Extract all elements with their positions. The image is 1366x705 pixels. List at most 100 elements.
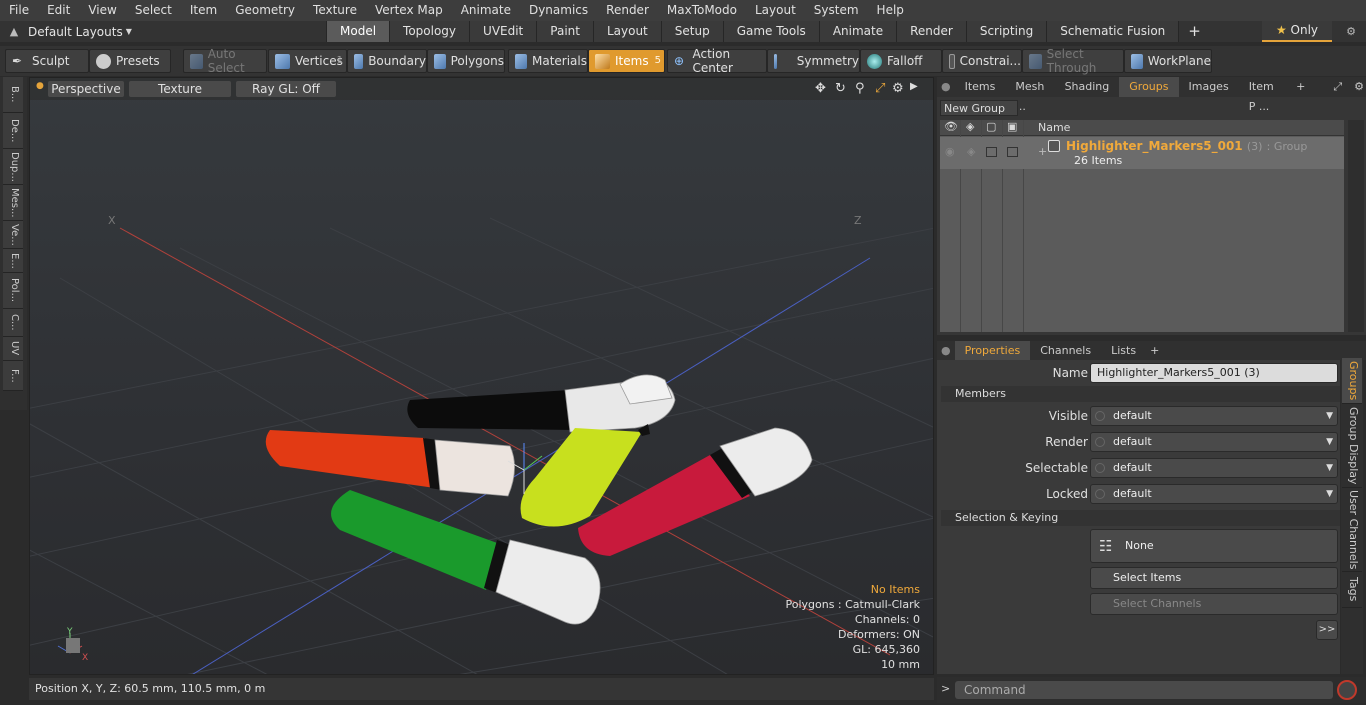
eye-icon[interactable]: 👁 — [944, 120, 958, 133]
menu-layout[interactable]: Layout — [746, 0, 805, 21]
menu-edit[interactable]: Edit — [38, 0, 79, 21]
menu-texture[interactable]: Texture — [304, 0, 366, 21]
raygl-button[interactable]: Ray GL: Off — [236, 81, 336, 97]
tab-groups[interactable]: Groups — [1119, 77, 1179, 97]
workplane-button[interactable]: WorkPlane — [1124, 49, 1212, 73]
marker-black[interactable] — [407, 374, 676, 433]
side-tab-tags[interactable]: Tags — [1342, 572, 1362, 608]
props-menu-dot-icon[interactable]: ● — [937, 341, 955, 360]
tab-item-properties[interactable]: Item P ... — [1239, 77, 1292, 113]
zoom-icon[interactable]: ⚲ — [855, 81, 865, 97]
render-icon[interactable]: ◈ — [966, 120, 974, 133]
tab-topology[interactable]: Topology — [389, 21, 470, 42]
name-column-header[interactable]: Name — [1038, 121, 1070, 134]
left-tab-deform[interactable]: De... — [3, 113, 23, 149]
add-tab-button[interactable]: + — [1178, 21, 1210, 42]
tab-images[interactable]: Images — [1179, 77, 1239, 97]
tab-channels[interactable]: Channels — [1030, 341, 1101, 360]
selection-keying-section[interactable]: Selection & Keying — [941, 510, 1340, 526]
left-tab-fusion[interactable]: F... — [3, 361, 23, 391]
left-tab-basic[interactable]: B... — [3, 77, 23, 113]
layout-up-icon[interactable]: ▲ — [0, 25, 28, 38]
lock-column-icon[interactable]: ▢ — [986, 120, 996, 133]
groups-scrollbar[interactable] — [1348, 120, 1364, 332]
materials-button[interactable]: Materials — [508, 49, 588, 73]
tab-properties[interactable]: Properties — [954, 341, 1031, 360]
selectable-dropdown[interactable]: default ▼ — [1090, 458, 1338, 478]
left-tab-duplicate[interactable]: Dup... — [3, 149, 23, 185]
render-dropdown[interactable]: default ▼ — [1090, 432, 1338, 452]
menu-item[interactable]: Item — [181, 0, 226, 21]
left-tab-curve[interactable]: C... — [3, 309, 23, 337]
gear-icon[interactable]: ⚙ — [1340, 21, 1362, 42]
move-icon[interactable]: ✥ — [815, 81, 826, 97]
tab-shading[interactable]: Shading — [1055, 77, 1120, 97]
play-arrow-icon[interactable]: ▶ — [910, 81, 918, 97]
menu-help[interactable]: Help — [868, 0, 913, 21]
left-tab-polygon[interactable]: Pol... — [3, 273, 23, 309]
group-row[interactable]: ◉ ◈ + Highlighter_Markers5_001 (3) : Gro… — [940, 137, 1344, 169]
menu-view[interactable]: View — [79, 0, 125, 21]
fit-icon[interactable]: ⤢ — [875, 81, 885, 97]
symmetry-button[interactable]: Symmetry — [767, 49, 860, 73]
tab-setup[interactable]: Setup — [660, 21, 723, 42]
tab-schematic-fusion[interactable]: Schematic Fusion — [1046, 21, 1179, 42]
texture-button[interactable]: Texture — [129, 81, 231, 97]
new-group-button[interactable]: New Group — [940, 100, 1018, 116]
tab-items[interactable]: Items — [955, 77, 1006, 97]
tab-model[interactable]: Model — [326, 21, 390, 42]
menu-maxtomodo[interactable]: MaxToModo — [658, 0, 746, 21]
3d-viewport[interactable]: X Z Y X ● Perspective Texture Ray GL: Of… — [29, 77, 934, 675]
menu-file[interactable]: File — [0, 0, 38, 21]
select-channels-button[interactable]: Select Channels — [1090, 593, 1338, 615]
command-input[interactable]: Command — [955, 681, 1333, 699]
visible-reset-icon[interactable] — [1095, 411, 1105, 421]
tab-mesh[interactable]: Mesh ... — [1005, 77, 1054, 113]
side-tab-groups[interactable]: Groups — [1342, 358, 1362, 404]
visibility-icon[interactable]: ◉ — [945, 145, 955, 158]
menu-vertex-map[interactable]: Vertex Map — [366, 0, 452, 21]
tab-animate[interactable]: Animate — [818, 21, 897, 42]
none-button[interactable]: ☷ None — [1090, 529, 1338, 563]
vertices-button[interactable]: Vertices 1 — [268, 49, 347, 73]
render-reset-icon[interactable] — [1095, 437, 1105, 447]
layout-selector[interactable]: ▲ Default Layouts ▼ — [0, 21, 320, 42]
render-toggle-icon[interactable]: ◈ — [967, 145, 975, 158]
record-icon[interactable] — [1337, 680, 1357, 700]
members-section[interactable]: Members — [941, 386, 1340, 402]
select-through-button[interactable]: Select Through — [1022, 47, 1124, 75]
locked-reset-icon[interactable] — [1095, 489, 1105, 499]
menu-dynamics[interactable]: Dynamics — [520, 0, 597, 21]
tab-paint[interactable]: Paint — [536, 21, 593, 42]
only-button[interactable]: ★ Only — [1262, 21, 1332, 42]
add-panel-tab-button[interactable]: + — [1292, 77, 1309, 97]
select-column-icon[interactable]: ▣ — [1007, 120, 1017, 133]
menu-geometry[interactable]: Geometry — [226, 0, 304, 21]
menu-render[interactable]: Render — [597, 0, 658, 21]
auto-select-button[interactable]: Auto Select — [183, 47, 267, 75]
menu-animate[interactable]: Animate — [452, 0, 520, 21]
select-items-button[interactable]: Select Items — [1090, 567, 1338, 589]
select-checkbox[interactable] — [1007, 147, 1018, 157]
sculpt-button[interactable]: ✒ Sculpt — [5, 49, 89, 73]
selectable-reset-icon[interactable] — [1095, 463, 1105, 473]
locked-dropdown[interactable]: default ▼ — [1090, 484, 1338, 504]
menu-select[interactable]: Select — [126, 0, 181, 21]
left-tab-uv[interactable]: UV — [3, 337, 23, 361]
name-field[interactable]: Highlighter_Markers5_001 (3) — [1090, 363, 1338, 383]
panel-menu-dot-icon[interactable]: ● — [937, 77, 955, 97]
presets-button[interactable]: Presets — [89, 49, 171, 73]
lock-checkbox[interactable] — [986, 147, 997, 157]
visible-dropdown[interactable]: default ▼ — [1090, 406, 1338, 426]
constraints-button[interactable]: Constrai... — [942, 49, 1022, 73]
left-tab-edge[interactable]: E... — [3, 249, 23, 273]
tab-uvedit[interactable]: UVEdit — [469, 21, 537, 42]
polygons-button[interactable]: Polygons — [427, 49, 505, 73]
side-tab-group-display[interactable]: Group Display — [1342, 404, 1362, 488]
rotate-icon[interactable]: ↻ — [835, 81, 846, 97]
perspective-button[interactable]: Perspective — [48, 81, 124, 97]
tab-lists[interactable]: Lists — [1101, 341, 1146, 360]
viewport-gear-icon[interactable]: ⚙ — [892, 81, 904, 97]
left-tab-mesh-edit[interactable]: Mes... — [3, 185, 23, 221]
boundary-button[interactable]: Boundary — [347, 49, 427, 73]
